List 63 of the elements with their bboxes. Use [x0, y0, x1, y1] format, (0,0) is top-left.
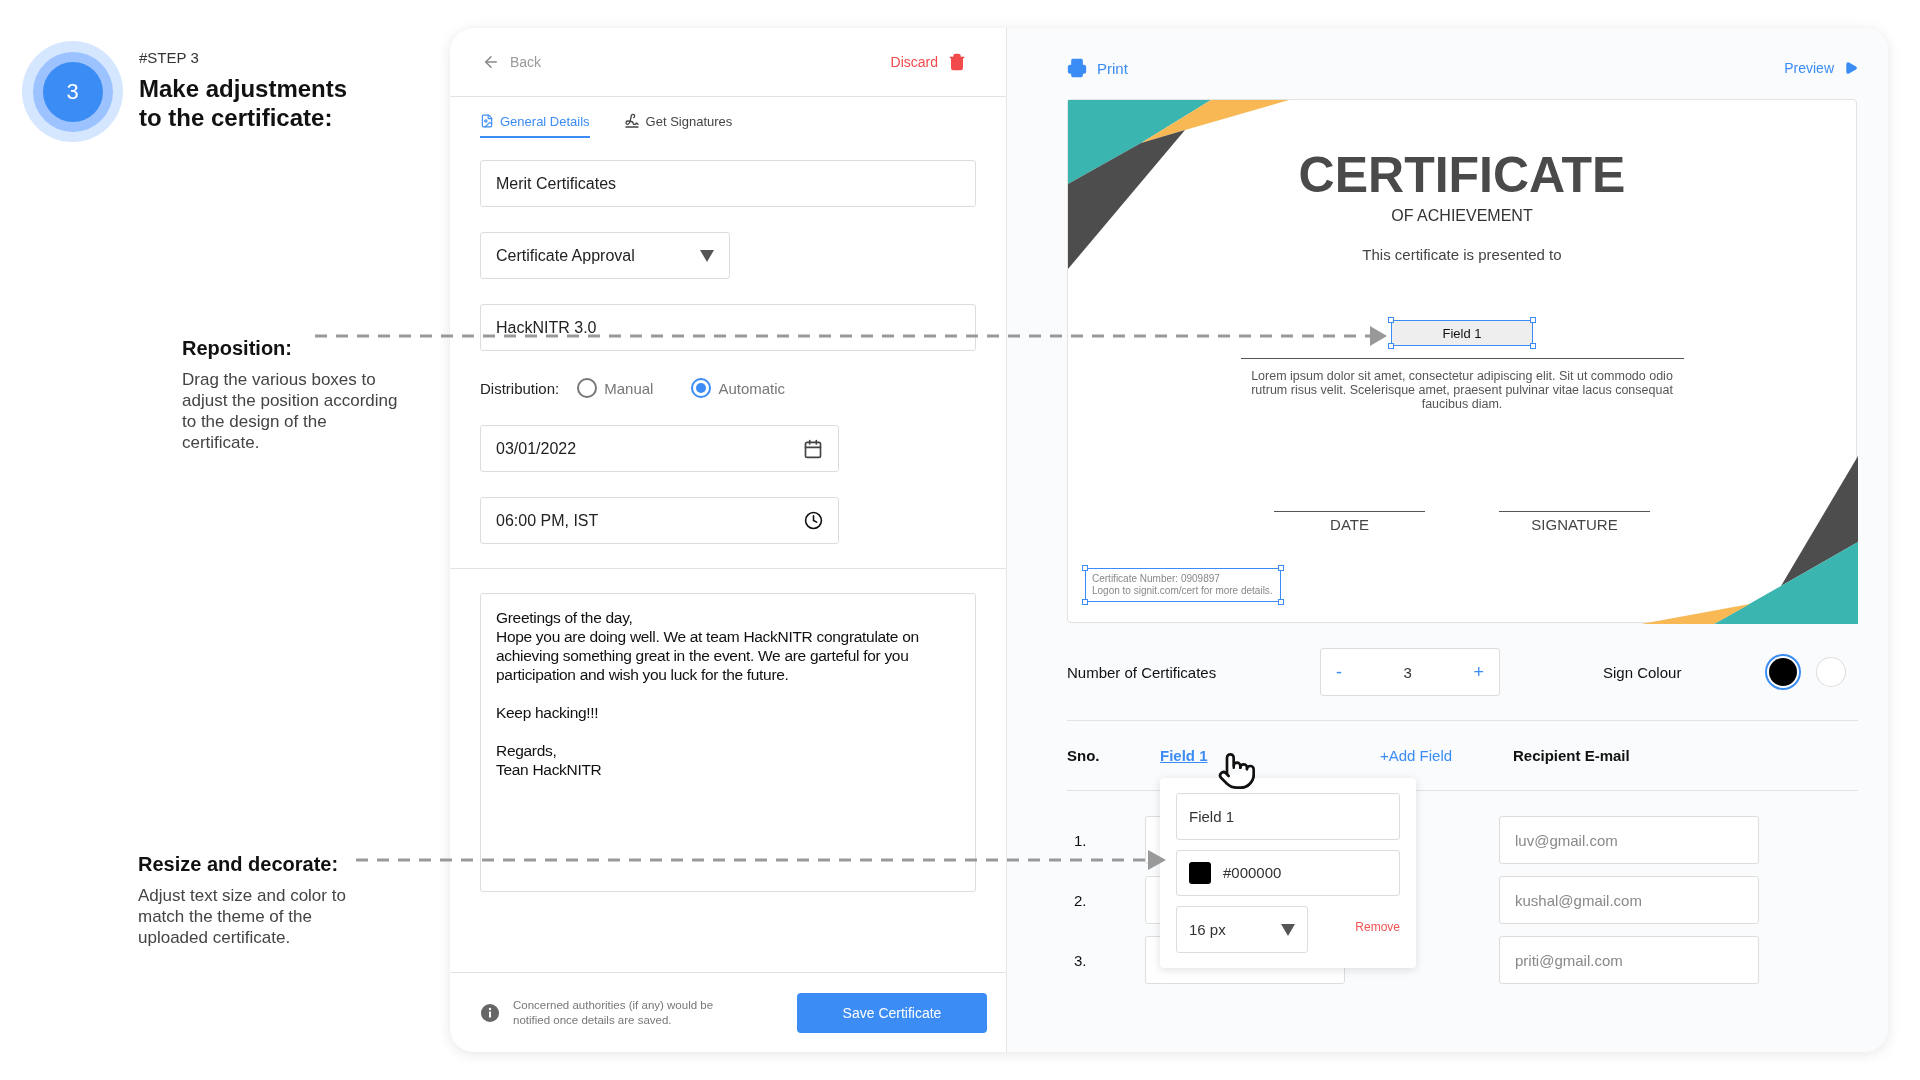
type-dropdown[interactable]: Certificate Approval: [480, 232, 730, 279]
remove-link[interactable]: Remove: [1355, 919, 1400, 934]
step-badge: 3: [22, 41, 123, 142]
tab[interactable]: General Details: [480, 109, 590, 138]
name-field[interactable]: Merit Certificates: [480, 160, 976, 207]
printer-icon: [1067, 58, 1087, 78]
count-label: Number of Certificates: [1067, 663, 1218, 681]
time-field[interactable]: 06:00 PM, IST: [480, 497, 839, 544]
row-number: 2.: [1073, 891, 1088, 909]
colour-swatch[interactable]: [1817, 658, 1845, 686]
date-field[interactable]: 03/01/2022: [480, 425, 839, 472]
field-name-input[interactable]: Field 1: [1176, 793, 1400, 840]
annotation-text: Drag the various boxes to adjust the position according to the design of the certificate.: [182, 369, 399, 453]
message-field[interactable]: Greetings of the day, Hope you are doing well. We at team HackNITR congratulate on achieving something great in the event. We are garteful for you participation and wish you luck for the future. Keep hacking!!! Regards, Tean HackNITR: [480, 593, 976, 892]
tab[interactable]: Get Signatures: [623, 109, 733, 138]
email-field[interactable]: kushal@gmail.com: [1499, 876, 1759, 924]
discard-button[interactable]: Discard: [890, 53, 966, 71]
caret-icon: [700, 249, 714, 262]
event-field[interactable]: HackNITR 3.0: [480, 304, 976, 351]
colour-swatch[interactable]: [1769, 658, 1797, 686]
signature-label: SIGNATURE: [1499, 511, 1650, 533]
date-label: DATE: [1274, 511, 1425, 533]
calendar-icon: [803, 438, 823, 459]
column-header: Recipient E-mail: [1513, 747, 1631, 764]
annotation-title: Reposition:: [182, 337, 293, 360]
field-placeholder-box[interactable]: Field 1: [1388, 317, 1536, 349]
certificate-body: Lorem ipsum dolor sit amet, consectetur adipiscing elit. Sit ut commodo odio rutrum risus velit. Scelerisque amet, praesent pulvinar vitae lacus consequat faucibus diam.: [1250, 369, 1674, 411]
column-header: Sno.: [1067, 747, 1101, 764]
distribution-label: Distribution:: [480, 379, 560, 397]
step-title: Make adjustments to the certificate:: [139, 74, 349, 132]
count-value: 3: [1403, 663, 1412, 681]
print-button[interactable]: Print: [1067, 58, 1128, 78]
size-dropdown[interactable]: 16 px: [1176, 906, 1308, 953]
annotation-title: Resize and decorate:: [138, 853, 340, 876]
save-certificate-button[interactable]: Save Certificate: [797, 992, 987, 1033]
decrement-button[interactable]: -: [1331, 661, 1347, 683]
count-stepper[interactable]: - 3 +: [1320, 648, 1500, 696]
add-field-link[interactable]: +Add Field: [1380, 747, 1453, 764]
annotation-text: Adjust text size and color to match the theme of the uploaded certificate.: [138, 885, 347, 948]
certificate-title: CERTIFICATE: [1298, 146, 1626, 205]
signature-icon: [623, 113, 640, 129]
back-button[interactable]: Back: [482, 53, 542, 71]
preview-button[interactable]: Preview: [1784, 60, 1858, 76]
certificate-number-box[interactable]: Certificate Number: 0909897 Logon to signit.com/cert for more details.: [1082, 565, 1284, 605]
play-icon: [1844, 61, 1858, 75]
field-column-link[interactable]: Field 1: [1160, 747, 1208, 764]
radio-option[interactable]: Manual: [577, 378, 654, 398]
email-field[interactable]: priti@gmail.com: [1499, 936, 1759, 984]
row-number: 1.: [1073, 831, 1088, 849]
certificate-subtitle: OF ACHIEVEMENT: [1391, 206, 1533, 226]
image-file-icon: [480, 114, 494, 128]
row-number: 3.: [1073, 951, 1088, 969]
radio-option[interactable]: Automatic: [691, 378, 786, 398]
color-field[interactable]: #000000: [1176, 849, 1400, 896]
clock-icon: [804, 511, 823, 530]
info-note: Concerned authorities (if any) would be notified once details are saved.: [513, 997, 715, 1028]
sign-colour-label: Sign Colour: [1603, 663, 1683, 681]
step-tag: #STEP 3: [139, 49, 369, 66]
info-icon: [481, 1003, 499, 1022]
certificate-text: This certificate is presented to: [1362, 245, 1562, 265]
trash-icon: [948, 53, 966, 71]
increment-button[interactable]: +: [1468, 661, 1489, 683]
email-field[interactable]: luv@gmail.com: [1499, 816, 1759, 864]
